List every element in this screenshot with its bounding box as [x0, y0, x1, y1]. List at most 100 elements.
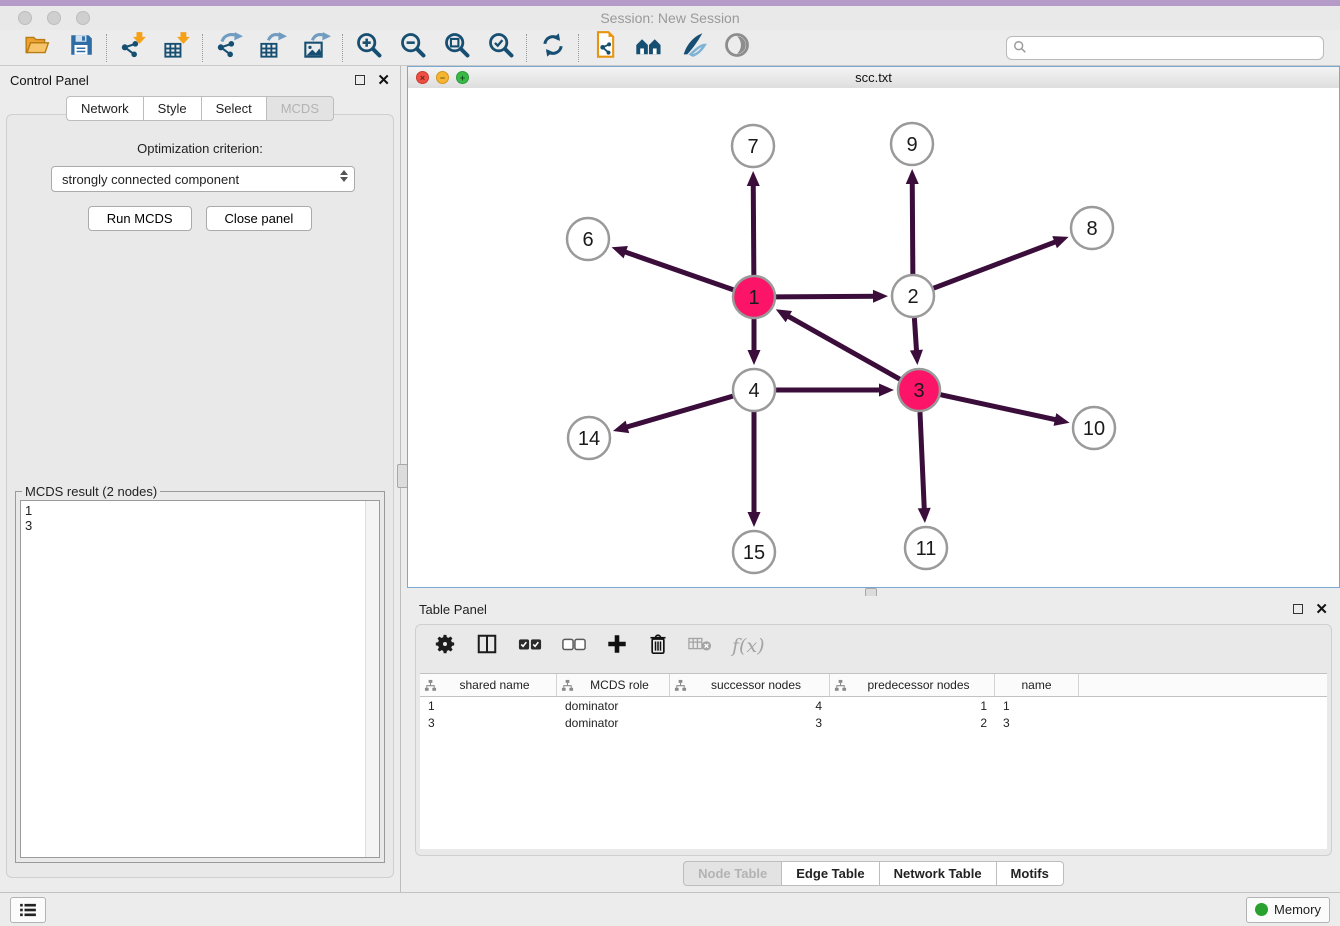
column-header-predecessor-nodes[interactable]: predecessor nodes	[830, 674, 995, 696]
horizontal-splitter[interactable]	[407, 588, 1340, 596]
edge-arrowhead-icon	[748, 512, 761, 527]
unselect-all-columns-icon[interactable]	[562, 636, 586, 657]
zoom-out-button[interactable]	[398, 33, 428, 63]
tab-edge-table[interactable]: Edge Table	[781, 861, 878, 886]
refresh-view-button[interactable]	[538, 33, 568, 63]
edge-arrowhead-icon	[906, 169, 919, 184]
first-neighbors-button[interactable]	[634, 33, 664, 63]
table-panel: Table Panel ✕ f(x) shar	[407, 596, 1340, 892]
tab-network-table[interactable]: Network Table	[879, 861, 996, 886]
optimization-criterion-label: Optimization criterion:	[13, 141, 387, 156]
graph-node-label: 6	[582, 229, 593, 251]
open-session-button[interactable]	[22, 33, 52, 63]
zoom-fit-button[interactable]	[442, 33, 472, 63]
export-network-button[interactable]	[214, 33, 244, 63]
app-titlebar: Session: New Session	[0, 6, 1340, 31]
zoom-selected-icon	[487, 31, 515, 64]
cell-predecessor-nodes[interactable]: 1	[830, 699, 995, 713]
graph-node-label: 11	[916, 538, 937, 560]
export-image-button[interactable]	[302, 33, 332, 63]
memory-button[interactable]: Memory	[1246, 897, 1330, 923]
graph-node-label: 2	[907, 286, 918, 308]
graph-edge-3-1[interactable]	[784, 314, 900, 380]
save-session-button[interactable]	[66, 33, 96, 63]
import-network-button[interactable]	[118, 33, 148, 63]
result-scrollbar[interactable]	[365, 501, 379, 857]
zoom-selected-button[interactable]	[486, 33, 516, 63]
search-input[interactable]	[1006, 36, 1324, 60]
control-panel: Control Panel ✕ Network Style Select MCD…	[0, 66, 400, 892]
mcds-result-title: MCDS result (2 nodes)	[22, 484, 160, 499]
graph-edge-1-7[interactable]	[753, 180, 754, 275]
task-history-button[interactable]	[10, 897, 46, 923]
mcds-result-text[interactable]: 1 3	[20, 500, 380, 858]
birdseye-view-button[interactable]	[722, 33, 752, 63]
edge-arrowhead-icon	[612, 246, 628, 258]
function-builder-button-disabled: f(x)	[732, 635, 765, 657]
table-row[interactable]: 1 dominator 4 1 1	[420, 697, 1327, 714]
tab-node-table[interactable]: Node Table	[683, 861, 781, 886]
edge-arrowhead-icon	[1052, 236, 1068, 248]
export-table-icon	[259, 31, 287, 64]
tab-select[interactable]: Select	[201, 96, 266, 121]
graph-node-label: 9	[906, 134, 917, 156]
eye-icon	[723, 31, 751, 64]
cell-mcds-role[interactable]: dominator	[557, 699, 670, 713]
tab-motifs[interactable]: Motifs	[996, 861, 1064, 886]
open-folder-icon	[23, 32, 51, 63]
cell-shared-name[interactable]: 3	[420, 716, 557, 730]
graph-edge-3-11[interactable]	[920, 412, 925, 514]
column-header-successor-nodes[interactable]: successor nodes	[670, 674, 830, 696]
dropdown-stepper-icon	[340, 170, 348, 182]
tab-mcds[interactable]: MCDS	[266, 96, 334, 121]
close-panel-icon[interactable]: ✕	[1315, 602, 1328, 617]
import-table-button[interactable]	[162, 33, 192, 63]
graph-node-label: 7	[747, 136, 758, 158]
tab-style[interactable]: Style	[143, 96, 201, 121]
edge-arrowhead-icon	[910, 350, 923, 365]
table-header-row: shared name MCDS role successor nodes pr…	[420, 674, 1327, 697]
network-window-titlebar[interactable]: × − + scc.txt	[408, 67, 1339, 89]
vertical-splitter[interactable]	[400, 66, 407, 892]
tab-network[interactable]: Network	[66, 96, 143, 121]
table-settings-button[interactable]	[434, 633, 456, 660]
graph-edge-2-8[interactable]	[934, 240, 1061, 288]
close-panel-button[interactable]: Close panel	[206, 206, 313, 231]
zoom-in-button[interactable]	[354, 33, 384, 63]
delete-column-button[interactable]	[648, 633, 668, 660]
select-all-columns-icon[interactable]	[518, 636, 542, 657]
export-table-button[interactable]	[258, 33, 288, 63]
cell-mcds-role[interactable]: dominator	[557, 716, 670, 730]
toggle-column-pane-button[interactable]	[476, 633, 498, 660]
run-mcds-button[interactable]: Run MCDS	[88, 206, 192, 231]
table-row[interactable]: 3 dominator 3 2 3	[420, 714, 1327, 731]
graph-edge-1-6[interactable]	[620, 250, 733, 290]
cell-successor-nodes[interactable]: 4	[670, 699, 830, 713]
criterion-dropdown[interactable]: strongly connected component	[51, 166, 355, 192]
graph-node-label: 4	[748, 380, 759, 402]
cell-name[interactable]: 1	[995, 699, 1079, 713]
show-graphics-button[interactable]	[678, 33, 708, 63]
memory-label: Memory	[1274, 902, 1321, 917]
search-field[interactable]	[1006, 36, 1324, 60]
column-header-shared-name[interactable]: shared name	[420, 674, 557, 696]
graph-edge-3-10[interactable]	[940, 395, 1060, 421]
column-header-mcds-role[interactable]: MCDS role	[557, 674, 670, 696]
cell-predecessor-nodes[interactable]: 2	[830, 716, 995, 730]
list-icon	[19, 903, 37, 917]
graph-edge-4-14[interactable]	[622, 396, 733, 428]
create-column-button[interactable]	[606, 633, 628, 660]
network-graph[interactable]: 7968124314101511	[408, 88, 1339, 587]
mcds-result-group: MCDS result (2 nodes) 1 3	[15, 491, 385, 863]
float-panel-icon[interactable]	[355, 75, 365, 85]
close-panel-icon[interactable]: ✕	[377, 73, 390, 88]
edge-arrowhead-icon	[918, 508, 931, 523]
cell-name[interactable]: 3	[995, 716, 1079, 730]
cell-successor-nodes[interactable]: 3	[670, 716, 830, 730]
float-panel-icon[interactable]	[1293, 604, 1303, 614]
cell-shared-name[interactable]: 1	[420, 699, 557, 713]
graph-edge-2-9[interactable]	[912, 178, 913, 274]
graph-edge-1-2[interactable]	[776, 296, 879, 297]
column-header-name[interactable]: name	[995, 674, 1079, 696]
network-from-selection-button[interactable]	[590, 33, 620, 63]
